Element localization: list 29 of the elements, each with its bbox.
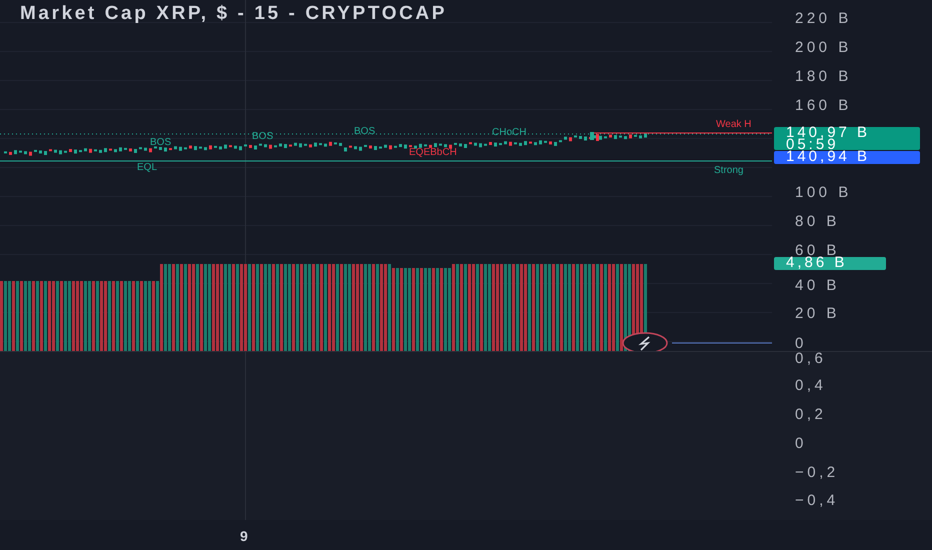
- axis-label: 0,2: [795, 407, 826, 422]
- axis-label: 100 B: [795, 185, 852, 200]
- chart-label: EQEBbCH: [409, 148, 457, 158]
- axis-label: 200 B: [795, 40, 852, 55]
- chart-title: Market Cap XRP, $ - 15 - CRYPTOCAP: [20, 3, 447, 25]
- axis-label: −0,4: [795, 493, 839, 508]
- axis-label: 20 B: [795, 306, 840, 321]
- price-badge: 140,97 B 05:59: [774, 127, 920, 150]
- lightning-icon[interactable]: [622, 332, 668, 351]
- axis-label: 40 B: [795, 278, 840, 293]
- axis-label: 60 B: [795, 243, 840, 258]
- price-badge: 140,94 B: [774, 151, 920, 164]
- chart-label: Strong: [714, 166, 744, 176]
- time-label: 9: [240, 529, 248, 543]
- axis-label: −0,2: [795, 465, 839, 480]
- volume-badge: 4,86 B: [774, 257, 886, 270]
- axis-label: 0: [795, 436, 807, 451]
- chart-label: BOS: [252, 132, 274, 142]
- axis-label: 160 B: [795, 98, 852, 113]
- axis-label: 0: [795, 336, 807, 351]
- chart-label: BOS: [150, 138, 172, 148]
- axis-label: 0,4: [795, 378, 826, 393]
- axis-label: 0,6: [795, 351, 826, 366]
- chart-label: BOS: [354, 127, 376, 137]
- chart-label: Weak H: [716, 120, 752, 130]
- chart-label: EQL: [137, 163, 158, 173]
- axis-label: 180 B: [795, 69, 852, 84]
- axis-label: 220 B: [795, 11, 852, 26]
- axis-label: 80 B: [795, 214, 840, 229]
